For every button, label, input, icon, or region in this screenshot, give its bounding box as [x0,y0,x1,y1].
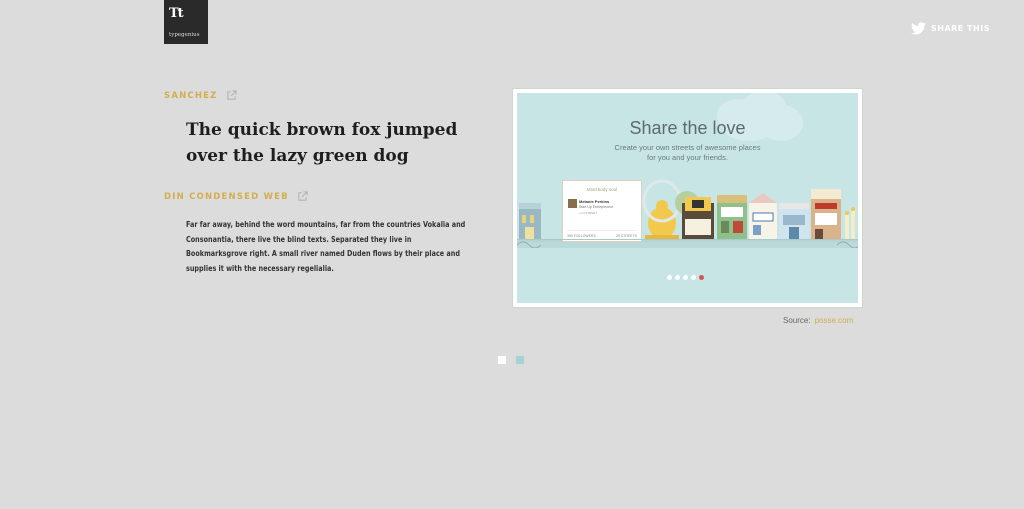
preview-subtitle: Create your own streets of awesome place… [517,143,858,163]
divider [517,239,858,240]
font-name-label[interactable]: SANCHEZ [164,91,218,101]
preview-subtitle-line: Create your own streets of awesome place… [614,143,761,152]
logo-mark: Tt [169,6,184,21]
source-label: Source: [783,316,811,325]
carousel-dot[interactable] [667,275,672,280]
font-name-sanchez[interactable]: SANCHEZ [164,90,237,101]
page-pager [498,356,524,364]
carousel-dot-active[interactable] [699,275,704,280]
twitter-icon [911,22,926,35]
font-name-din[interactable]: DIN CONDENSED WEB [164,191,308,202]
logo-wordmark: typegenius [169,32,200,38]
carousel-dots [667,275,704,280]
carousel-dot[interactable] [675,275,680,280]
carousel-dot[interactable] [691,275,696,280]
card-footer: 359 FOLLOWERS 29 STREETS [567,230,637,238]
profile-card: Mind body soul Melanie Perkins Start Up … [562,180,642,242]
preview-subtitle-line: for you and your friends. [647,153,728,162]
heading-sample: The quick brown fox jumped over the lazy… [186,120,458,166]
card-role: Start Up Entrepreneur [579,205,614,209]
body-sample: Far far away, behind the word mountains,… [186,220,466,273]
card-streets: 29 STREETS [615,234,637,238]
pager-dot-active[interactable] [498,356,506,364]
card-link: » IN STREET [579,211,598,215]
card-name: Melanie Perkins [579,199,610,204]
font-name-label[interactable]: DIN CONDENSED WEB [164,192,289,202]
share-button[interactable]: SHARE THIS [911,22,990,35]
source-link[interactable]: posse.com [815,316,854,325]
preview-canvas: Share the love Create your own streets o… [517,93,858,303]
preview-title: Share the love [629,118,746,138]
card-title: Mind body soul [586,187,618,192]
carousel-dot[interactable] [683,275,688,280]
avatar [568,199,577,208]
share-label: SHARE THIS [931,24,990,33]
external-link-icon[interactable] [226,90,237,101]
external-link-icon[interactable] [297,191,308,202]
typegenius-logo[interactable]: Tt typegenius [164,0,208,44]
preview-screenshot: Share the love Create your own streets o… [512,88,863,308]
card-followers: 359 FOLLOWERS [567,234,596,238]
pager-dot[interactable] [516,356,524,364]
source-credit: Source: posse.com [783,316,853,325]
